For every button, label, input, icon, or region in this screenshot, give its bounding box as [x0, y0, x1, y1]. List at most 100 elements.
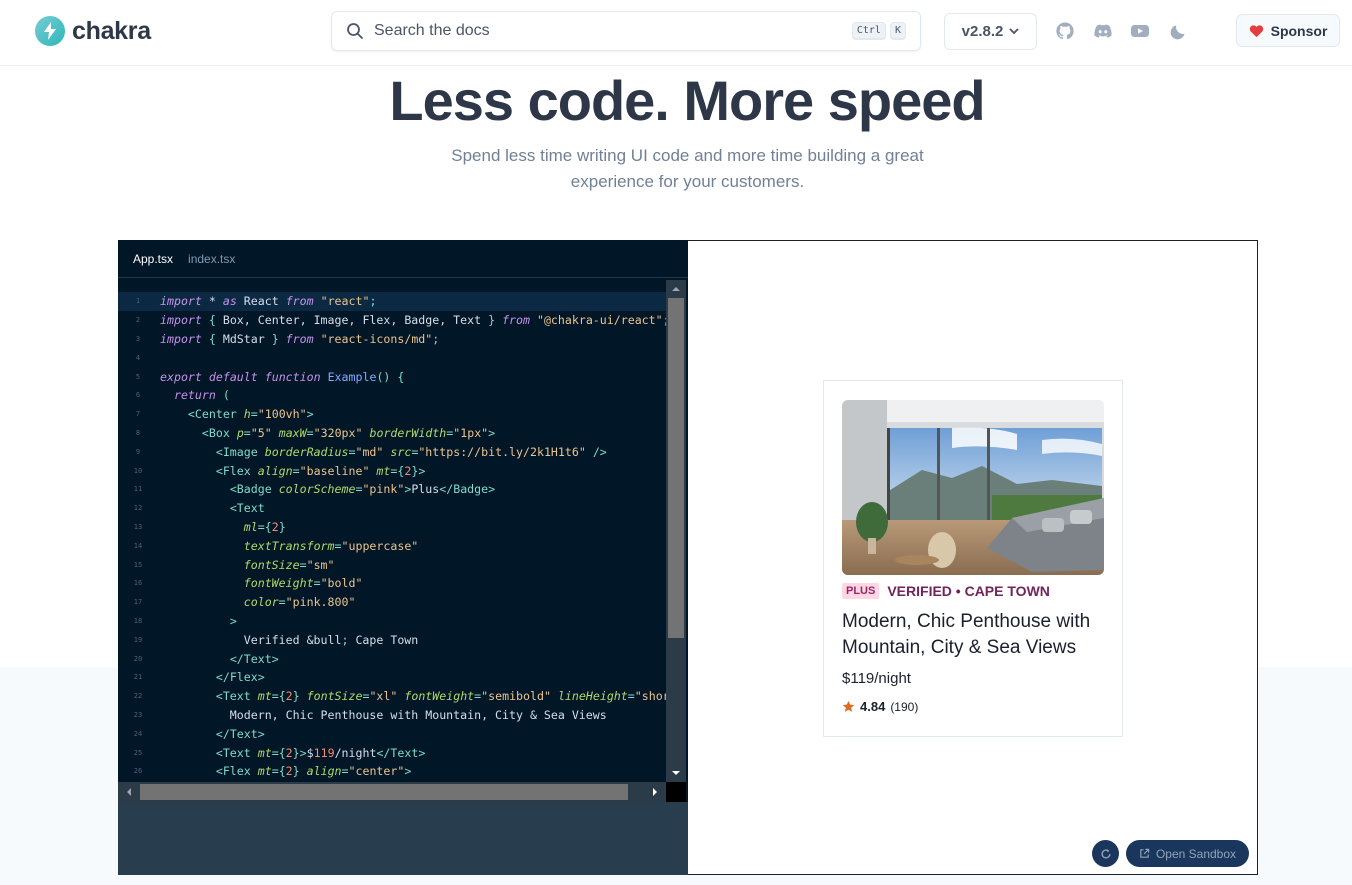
code-line[interactable]: 26 <Flex mt={2} align="center">	[118, 762, 666, 781]
scroll-right-icon[interactable]	[648, 782, 662, 802]
line-number: 4	[135, 353, 141, 362]
horizontal-scroll-thumb[interactable]	[140, 784, 628, 800]
logo[interactable]: chakra	[35, 16, 151, 46]
line-number: 15	[133, 560, 143, 569]
open-sandbox-button[interactable]: Open Sandbox	[1126, 840, 1249, 867]
code-text: <Flex align="baseline" mt={2}>	[215, 463, 426, 478]
horizontal-scrollbar[interactable]	[118, 782, 666, 802]
code-text: color="pink.800"	[243, 595, 356, 610]
kbd-ctrl: Ctrl	[851, 22, 886, 40]
line-number: 19	[133, 635, 143, 644]
code-line[interactable]: 7 <Center h="100vh">	[118, 405, 666, 424]
code-line[interactable]: 1 import * as React from "react";	[118, 292, 666, 311]
code-text: export default function Example() {	[160, 369, 405, 384]
code-line[interactable]: 16 fontWeight="bold"	[118, 574, 666, 593]
code-line[interactable]: 18 >	[118, 612, 666, 631]
line-number: 16	[133, 579, 143, 588]
code-line[interactable]: 13 ml={2}	[118, 518, 666, 537]
chakra-logo-icon	[35, 16, 65, 46]
code-line[interactable]: 23 Modern, Chic Penthouse with Mountain,…	[118, 706, 666, 725]
line-number: 25	[133, 748, 143, 757]
line-number: 7	[135, 410, 141, 419]
badge-row: PLUS Verified • Cape Town	[842, 583, 1050, 599]
code-text: textTransform="uppercase"	[243, 538, 419, 553]
code-line[interactable]: 5 export default function Example() {	[118, 367, 666, 386]
scroll-left-icon[interactable]	[122, 782, 136, 802]
logo-text: chakra	[72, 16, 151, 45]
code-line[interactable]: 12 <Text	[118, 499, 666, 518]
code-text: <Flex mt={2} align="center">	[215, 764, 412, 779]
code-line[interactable]: 9 <Image borderRadius="md" src="https://…	[118, 442, 666, 461]
chevron-down-icon	[1009, 28, 1019, 35]
code-line[interactable]: 15 fontSize="sm"	[118, 555, 666, 574]
line-number: 21	[133, 673, 143, 682]
code-line[interactable]: 3 import { MdStar } from "react-icons/md"…	[118, 330, 666, 349]
code-text: <Badge colorScheme="pink">Plus</Badge>	[229, 482, 496, 497]
code-text: <Image borderRadius="md" src="https://bi…	[215, 444, 607, 459]
live-preview: PLUS Verified • Cape Town Modern, Chic P…	[688, 240, 1258, 875]
version-select[interactable]: v2.8.2	[944, 13, 1037, 50]
open-sandbox-label: Open Sandbox	[1155, 846, 1237, 861]
sponsor-label: Sponsor	[1270, 22, 1328, 39]
property-price: $119/night	[842, 670, 911, 687]
line-number: 20	[133, 654, 143, 663]
code-text: import { Box, Center, Image, Flex, Badge…	[160, 313, 666, 328]
code-area[interactable]: 1 import * as React from "react"; 2 import …	[118, 292, 666, 782]
code-line[interactable]: 6 return (	[118, 386, 666, 405]
hero-subtitle: Spend less time writing UI code and more…	[451, 146, 924, 191]
discord-icon[interactable]	[1093, 21, 1113, 41]
site-header: chakra Search the docs Ctrl K v2.8.2 Spo…	[0, 0, 1352, 66]
youtube-icon[interactable]	[1130, 21, 1150, 41]
code-line[interactable]: 11 <Badge colorScheme="pink">Plus</Badge…	[118, 480, 666, 499]
rating-score: 4.84	[860, 699, 886, 714]
code-line[interactable]: 8 <Box p="5" maxW="320px" borderWidth="1…	[118, 424, 666, 443]
code-line[interactable]: 19 Verified &bull; Cape Town	[118, 630, 666, 649]
line-number: 24	[133, 729, 143, 738]
scroll-corner	[666, 782, 686, 802]
external-link-icon	[1140, 848, 1150, 858]
code-line[interactable]: 24 </Text>	[118, 724, 666, 743]
code-text: import * as React from "react";	[160, 294, 377, 309]
code-line[interactable]: 22 <Text mt={2} fontSize="xl" fontWeight…	[118, 687, 666, 706]
code-line[interactable]: 4	[118, 348, 666, 367]
scroll-down-icon[interactable]	[666, 766, 686, 780]
scroll-up-icon[interactable]	[666, 282, 686, 296]
code-line[interactable]: 2 import { Box, Center, Image, Flex, Badg…	[118, 311, 666, 330]
code-text: fontSize="sm"	[243, 557, 335, 572]
code-text: Verified &bull; Cape Town	[160, 632, 419, 647]
tab-app-tsx[interactable]: App.tsx	[133, 252, 173, 266]
line-number: 8	[135, 428, 141, 437]
code-editor[interactable]: App.tsx index.tsx 1 import * as React fro…	[118, 240, 688, 875]
version-label: v2.8.2	[961, 23, 1004, 40]
search-input[interactable]: Search the docs Ctrl K	[331, 11, 921, 51]
page: chakra Search the docs Ctrl K v2.8.2 Spo…	[0, 0, 1352, 885]
line-number: 3	[135, 334, 141, 343]
moon-icon[interactable]	[1169, 21, 1189, 41]
line-number: 12	[133, 504, 143, 513]
line-number: 1	[135, 297, 141, 306]
sponsor-button[interactable]: Sponsor	[1236, 14, 1340, 47]
code-text: ml={2}	[243, 519, 286, 534]
reset-button[interactable]	[1092, 840, 1119, 867]
code-line[interactable]: 17 color="pink.800"	[118, 593, 666, 612]
code-text: </Text>	[215, 726, 265, 741]
code-text: <Text mt={2}>$119/night</Text>	[215, 745, 426, 760]
editor-tabs: App.tsx index.tsx	[118, 240, 688, 278]
property-title: Modern, Chic Penthouse with Mountain, Ci…	[842, 611, 1091, 658]
code-line[interactable]: 10 <Flex align="baseline" mt={2}>	[118, 461, 666, 480]
code-text: <Center h="100vh">	[187, 407, 314, 422]
tab-index-tsx[interactable]: index.tsx	[188, 252, 235, 266]
code-line[interactable]: 25 <Text mt={2}>$119/night</Text>	[118, 743, 666, 762]
code-text: </Flex>	[215, 670, 265, 685]
property-card: PLUS Verified • Cape Town Modern, Chic P…	[823, 380, 1123, 737]
line-number: 2	[135, 316, 141, 325]
code-line[interactable]: 14 textTransform="uppercase"	[118, 536, 666, 555]
code-line[interactable]: 20 </Text>	[118, 649, 666, 668]
line-number: 11	[133, 485, 143, 494]
code-text: <Text	[229, 501, 265, 516]
github-icon[interactable]	[1055, 21, 1075, 41]
vertical-scroll-thumb[interactable]	[668, 298, 684, 638]
code-text: return (	[173, 388, 230, 403]
code-line[interactable]: 21 </Flex>	[118, 668, 666, 687]
vertical-scrollbar[interactable]	[666, 280, 686, 782]
